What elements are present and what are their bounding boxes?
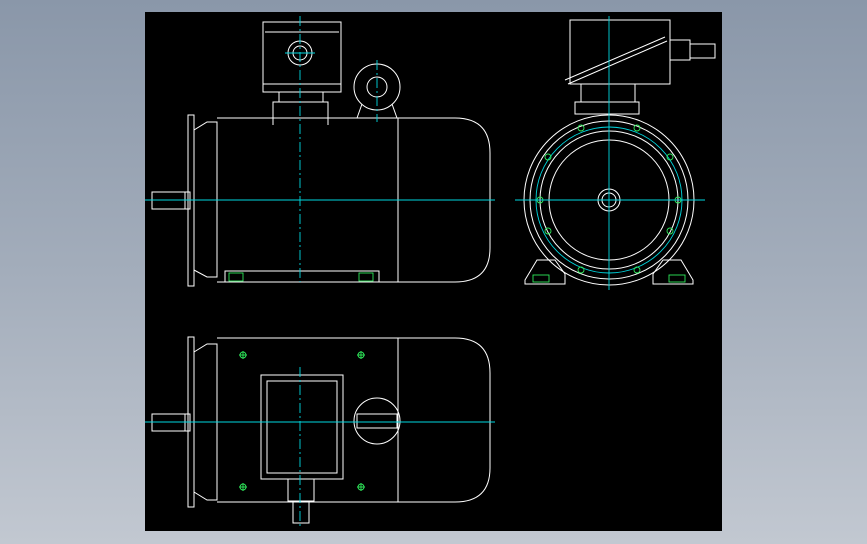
top-terminal-box [260, 374, 344, 480]
top-mount-holes [239, 351, 365, 491]
foot-right [652, 259, 694, 285]
top-view [145, 336, 495, 527]
cad-drawing-viewport[interactable] [145, 12, 722, 531]
end-cable-gland [689, 43, 716, 59]
end-terminal-box [569, 19, 671, 85]
front-view [145, 16, 495, 287]
terminal-box-neck [272, 101, 329, 125]
flange [187, 114, 195, 287]
top-motor-body [217, 337, 491, 503]
top-lifting-eye [353, 397, 401, 445]
motor-drawing [145, 16, 716, 527]
foot-left [524, 259, 566, 285]
top-shaft [151, 413, 191, 432]
top-cable-gland [292, 500, 310, 524]
end-view [515, 16, 716, 290]
shaft [151, 191, 191, 210]
